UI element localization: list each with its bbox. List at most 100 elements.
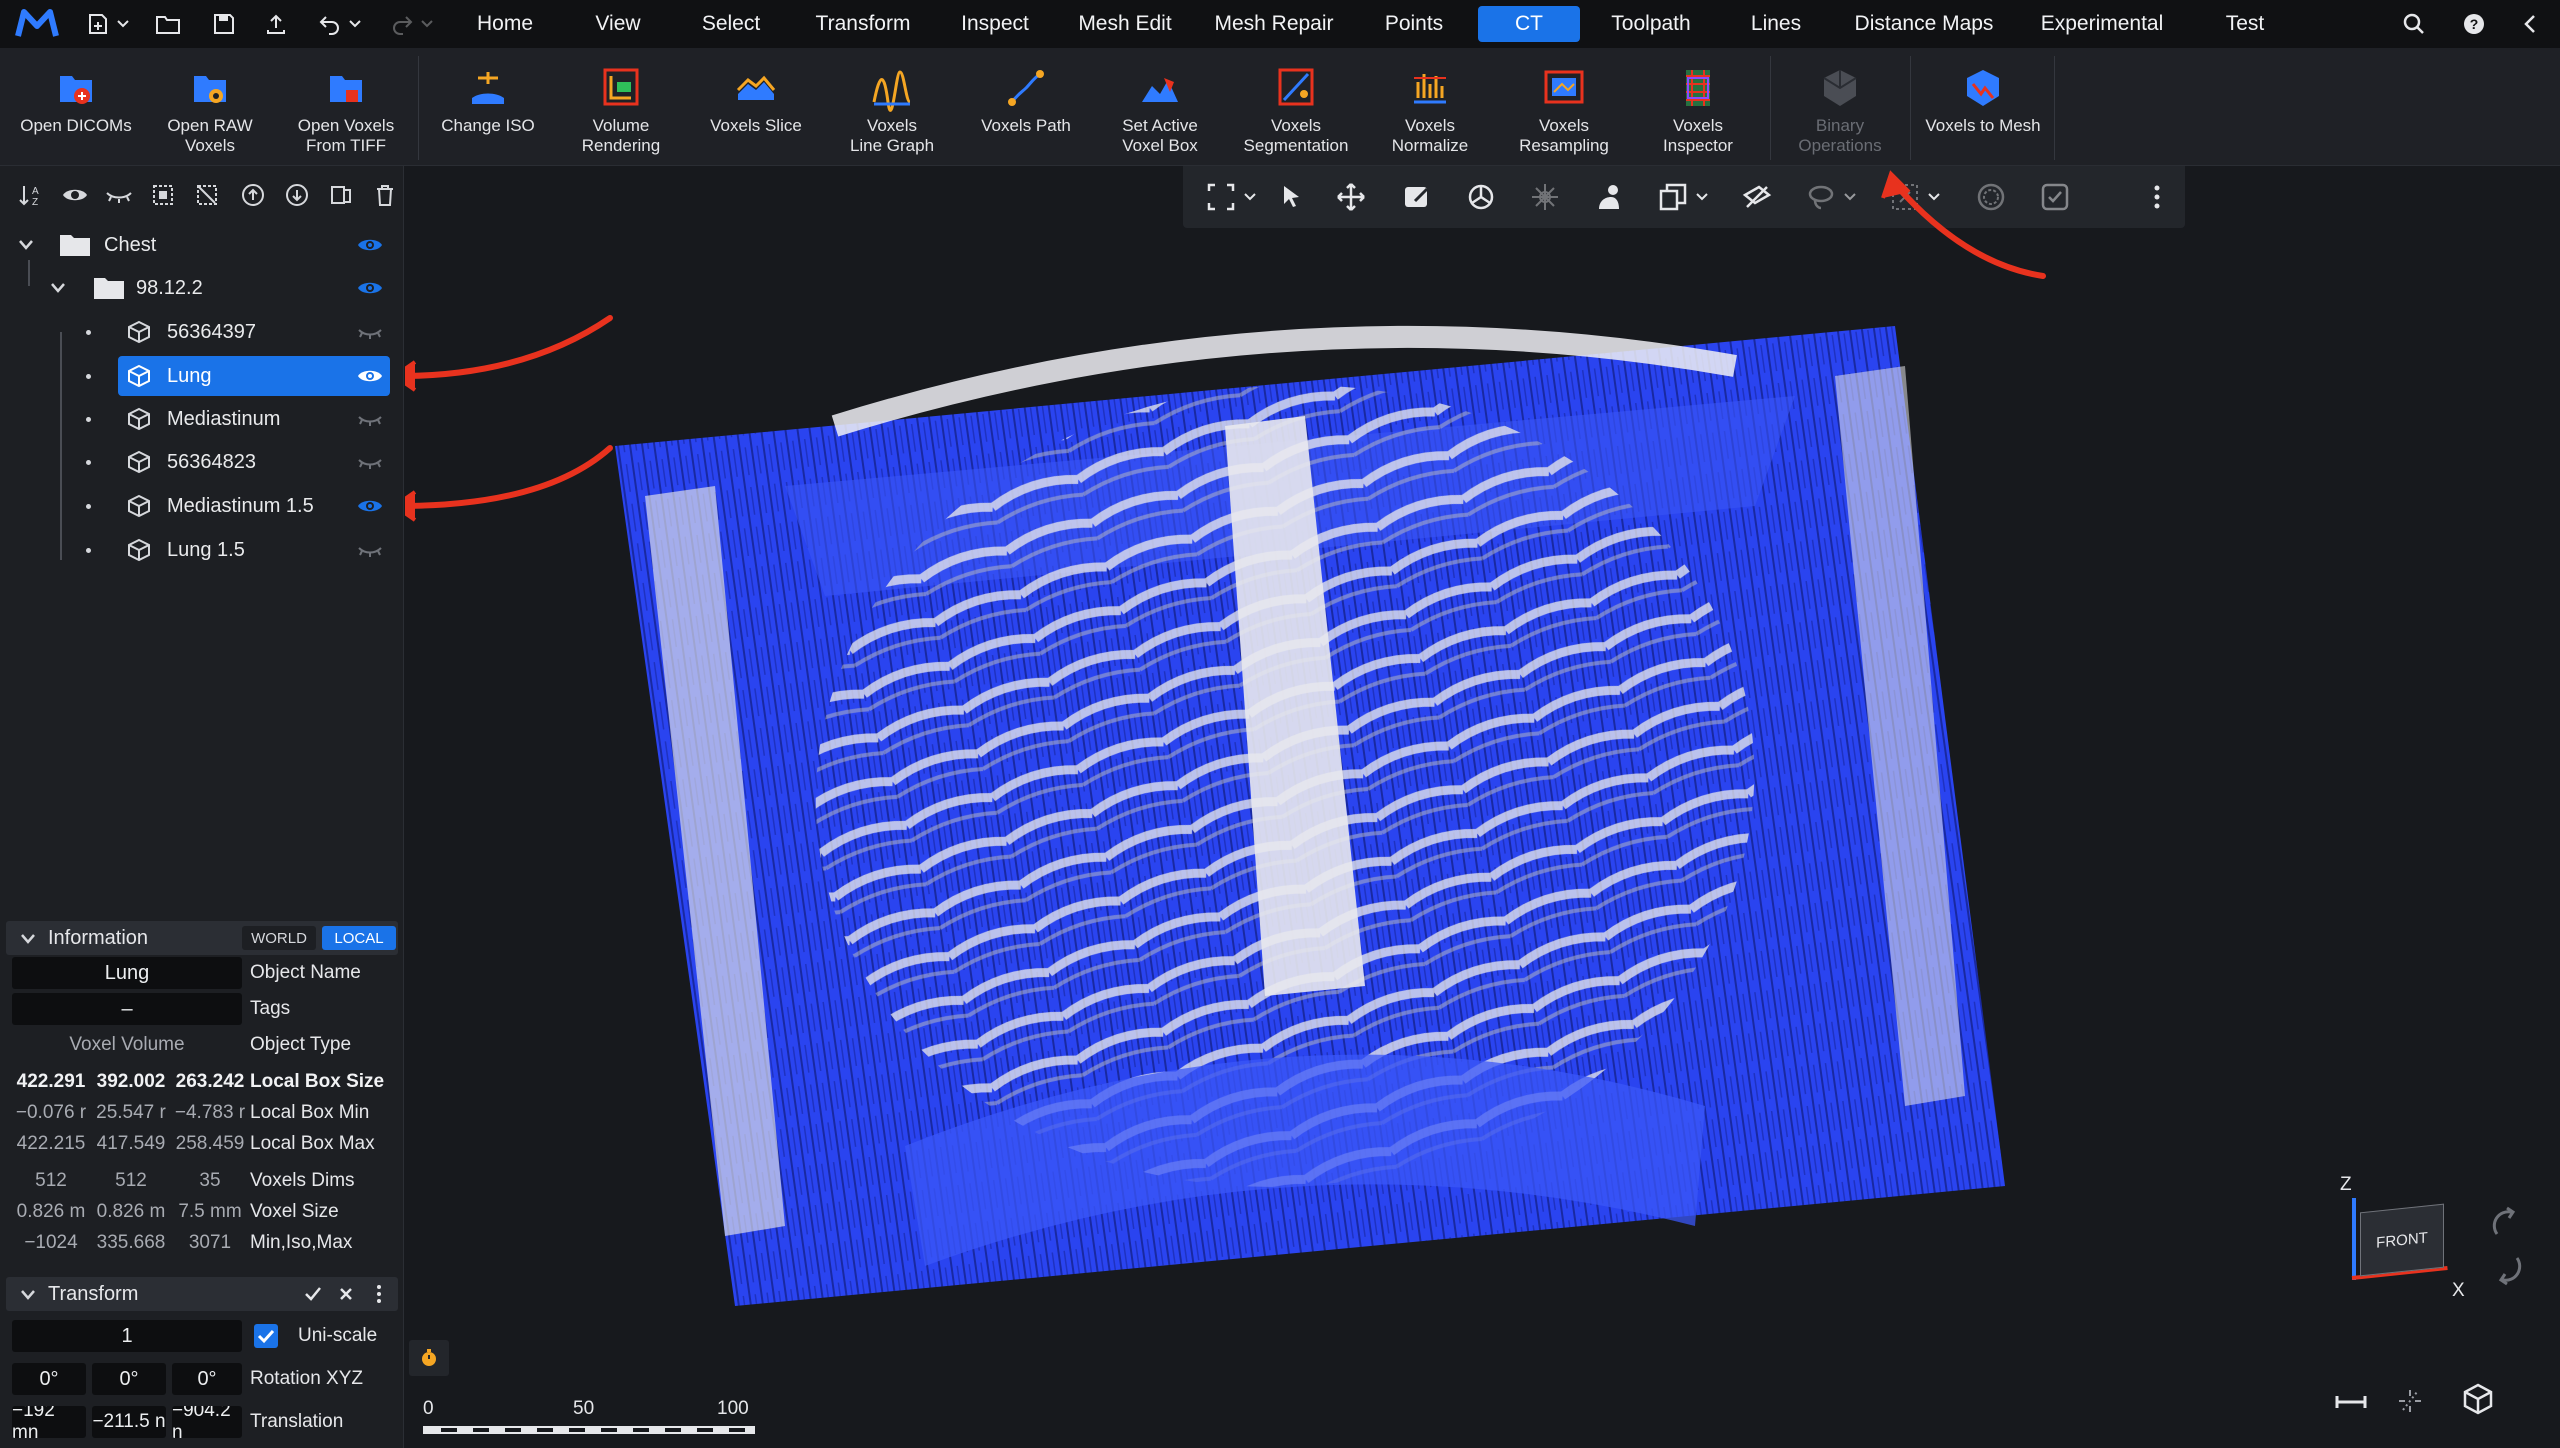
new-file-menu[interactable] bbox=[80, 8, 136, 40]
scale-field[interactable]: 1 bbox=[12, 1320, 242, 1352]
tree-item-chest[interactable]: Chest bbox=[0, 225, 404, 265]
box-select-icon[interactable] bbox=[1889, 181, 1921, 213]
tab-points[interactable]: Points bbox=[1370, 6, 1458, 42]
tree-item-lung[interactable]: Lung bbox=[0, 356, 404, 396]
view-cube[interactable]: Z X FRONT bbox=[2340, 1174, 2470, 1304]
paint-select-icon[interactable] bbox=[1593, 181, 1625, 213]
transform-header[interactable]: Transform bbox=[6, 1277, 398, 1311]
chevron-down-icon[interactable] bbox=[1695, 190, 1709, 204]
voxels-slice-button[interactable]: Voxels Slice bbox=[690, 48, 822, 166]
camera-fit-icon[interactable] bbox=[2395, 1386, 2425, 1416]
deselect-button[interactable] bbox=[192, 180, 222, 210]
change-iso-button[interactable]: Change ISO bbox=[426, 48, 550, 166]
tree-item-mediastinum[interactable]: Mediastinum bbox=[0, 399, 404, 439]
eye-closed-icon[interactable] bbox=[356, 324, 384, 344]
world-toggle[interactable]: WORLD bbox=[242, 926, 316, 950]
checkbox-icon[interactable] bbox=[2039, 181, 2071, 213]
chevron-down-icon[interactable] bbox=[20, 932, 36, 946]
rotate-icon[interactable] bbox=[1465, 181, 1497, 213]
select-all-button[interactable] bbox=[148, 180, 178, 210]
information-header[interactable]: Information WORLD LOCAL bbox=[6, 921, 398, 955]
delete-button[interactable] bbox=[370, 180, 400, 210]
open-dicoms-button[interactable]: Open DICOMs bbox=[6, 48, 146, 166]
move-up-button[interactable] bbox=[238, 180, 268, 210]
copy-icon[interactable] bbox=[1657, 181, 1689, 213]
tab-mesh-repair[interactable]: Mesh Repair bbox=[1210, 6, 1338, 42]
duplicate-button[interactable] bbox=[326, 180, 356, 210]
tree-item-group[interactable]: 98.12.2 bbox=[0, 260, 404, 308]
rotate-ccw-icon[interactable] bbox=[2487, 1204, 2527, 1244]
fit-view-icon[interactable] bbox=[1205, 181, 1237, 213]
tree-item-lung-1-5[interactable]: Lung 1.5 bbox=[0, 530, 404, 570]
tree-item-56364823[interactable]: 56364823 bbox=[0, 442, 404, 482]
edit-shape-icon[interactable] bbox=[1401, 181, 1433, 213]
select-pointer-icon[interactable] bbox=[1275, 181, 1307, 213]
voxels-line-graph-button[interactable]: Voxels Line Graph bbox=[826, 48, 958, 166]
voxels-normalize-button[interactable]: Voxels Normalize bbox=[1364, 48, 1496, 166]
chevron-down-icon[interactable] bbox=[1927, 190, 1941, 204]
eye-icon[interactable] bbox=[356, 366, 384, 386]
lasso-icon[interactable] bbox=[1805, 181, 1837, 213]
tab-select[interactable]: Select bbox=[690, 6, 772, 42]
undo-button[interactable] bbox=[312, 8, 368, 40]
collapse-ribbon-button[interactable] bbox=[2512, 8, 2548, 40]
voxels-segmentation-button[interactable]: Voxels Segmentation bbox=[1226, 48, 1366, 166]
chevron-down-icon[interactable] bbox=[50, 281, 66, 295]
object-name-field[interactable]: Lung bbox=[12, 957, 242, 989]
voxels-to-mesh-button[interactable]: Voxels to Mesh bbox=[1914, 48, 2052, 166]
eye-icon[interactable] bbox=[356, 278, 384, 298]
tab-lines[interactable]: Lines bbox=[1736, 6, 1816, 42]
voxels-resampling-button[interactable]: Voxels Resampling bbox=[1498, 48, 1630, 166]
eye-closed-icon[interactable] bbox=[356, 454, 384, 474]
open-voxels-tiff-button[interactable]: Open Voxels From TIFF bbox=[276, 48, 416, 166]
tree-item-56364397[interactable]: 56364397 bbox=[0, 312, 404, 352]
open-raw-voxels-button[interactable]: Open RAW Voxels bbox=[144, 48, 276, 166]
measure-icon[interactable] bbox=[2333, 1388, 2369, 1416]
tab-inspect[interactable]: Inspect bbox=[952, 6, 1038, 42]
voxels-inspector-button[interactable]: Voxels Inspector bbox=[1632, 48, 1764, 166]
tree-item-mediastinum-1-5[interactable]: Mediastinum 1.5 bbox=[0, 486, 404, 526]
tab-distance-maps[interactable]: Distance Maps bbox=[1846, 6, 2002, 42]
tags-field[interactable]: – bbox=[12, 993, 242, 1025]
rotation-z-field[interactable]: 0° bbox=[172, 1363, 242, 1395]
voxels-path-button[interactable]: Voxels Path bbox=[960, 48, 1092, 166]
snap-icon[interactable] bbox=[1529, 181, 1561, 213]
more-vertical-icon[interactable] bbox=[2153, 185, 2161, 209]
tab-mesh-edit[interactable]: Mesh Edit bbox=[1070, 6, 1180, 42]
redo-button[interactable] bbox=[384, 8, 440, 40]
tab-transform[interactable]: Transform bbox=[808, 6, 918, 42]
translation-x-field[interactable]: −192 mn bbox=[12, 1406, 86, 1438]
help-button[interactable]: ? bbox=[2456, 8, 2492, 40]
eye-closed-icon[interactable] bbox=[356, 542, 384, 562]
rotate-cw-icon[interactable] bbox=[2487, 1248, 2527, 1288]
chevron-down-icon[interactable] bbox=[20, 1288, 36, 1302]
ct-volume-render[interactable] bbox=[405, 166, 2560, 1448]
show-all-button[interactable] bbox=[60, 180, 90, 210]
close-icon[interactable] bbox=[338, 1286, 354, 1302]
volume-rendering-button[interactable]: Volume Rendering bbox=[556, 48, 686, 166]
sort-button[interactable]: AZ bbox=[16, 180, 46, 210]
binary-operations-button[interactable]: Binary Operations bbox=[1774, 48, 1906, 166]
section-plane-icon[interactable] bbox=[1741, 181, 1773, 213]
chevron-down-icon[interactable] bbox=[1843, 190, 1857, 204]
status-indicator[interactable] bbox=[409, 1340, 449, 1376]
orthographic-cube-icon[interactable] bbox=[2461, 1382, 2495, 1416]
eye-closed-icon[interactable] bbox=[356, 411, 384, 431]
chevron-down-icon[interactable] bbox=[18, 238, 34, 252]
tab-experimental[interactable]: Experimental bbox=[2030, 6, 2174, 42]
tab-toolpath[interactable]: Toolpath bbox=[1600, 6, 1702, 42]
move-icon[interactable] bbox=[1335, 181, 1367, 213]
rotation-y-field[interactable]: 0° bbox=[92, 1363, 166, 1395]
eye-icon[interactable] bbox=[356, 235, 384, 255]
tab-test[interactable]: Test bbox=[2210, 6, 2280, 42]
translation-z-field[interactable]: −904.2 n bbox=[172, 1406, 242, 1438]
view-cube-face-front[interactable]: FRONT bbox=[2360, 1203, 2444, 1277]
tab-view[interactable]: View bbox=[582, 6, 654, 42]
save-button[interactable] bbox=[206, 8, 242, 40]
tab-ct[interactable]: CT bbox=[1478, 6, 1580, 42]
hide-all-button[interactable] bbox=[104, 180, 134, 210]
eye-icon[interactable] bbox=[356, 496, 384, 516]
tab-home[interactable]: Home bbox=[462, 6, 548, 42]
export-button[interactable] bbox=[258, 8, 294, 40]
open-file-button[interactable] bbox=[150, 8, 186, 40]
